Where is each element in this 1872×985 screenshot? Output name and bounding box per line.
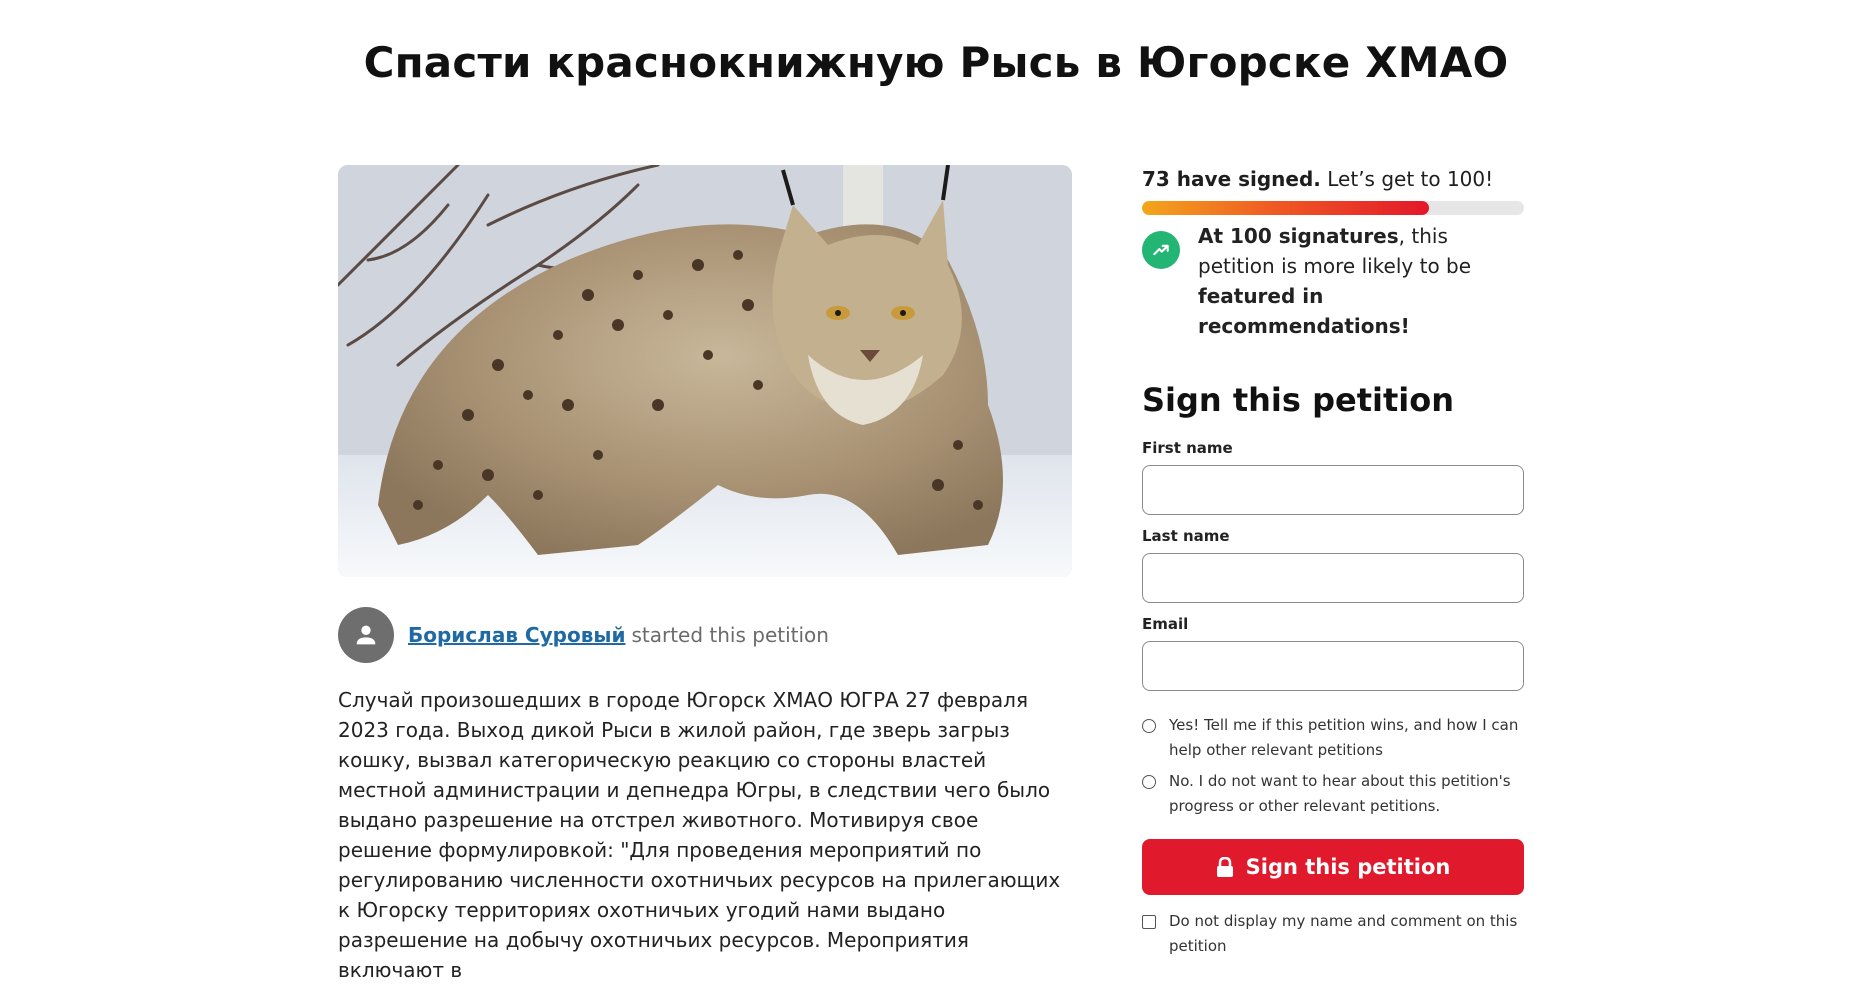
opt-in-yes-option[interactable]: Yes! Tell me if this petition wins, and … [1142,713,1524,763]
lynx-photo [338,165,1072,577]
hide-name-label: Do not display my name and comment on th… [1169,912,1518,955]
user-icon [356,625,376,645]
opt-in-no-option[interactable]: No. I do not want to hear about this pet… [1142,769,1524,819]
last-name-label: Last name [1142,527,1230,545]
sign-petition-button[interactable]: Sign this petition [1142,839,1524,895]
petition-content: Борислав Суровый started this petition С… [338,165,1072,985]
first-name-label: First name [1142,439,1233,457]
signature-progress-bar [1142,201,1524,215]
opt-in-no-label: No. I do not want to hear about this pet… [1169,772,1511,815]
hide-name-checkbox[interactable] [1142,915,1156,929]
petition-starter: Борислав Суровый started this petition [338,607,1072,663]
opt-in-yes-radio[interactable] [1142,719,1156,733]
petition-description: Случай произошедших в городе Югорск ХМАО… [338,688,1061,982]
milestone-text: At 100 signatures, this petition is more… [1198,224,1472,338]
hide-name-option[interactable]: Do not display my name and comment on th… [1142,909,1524,959]
email-input[interactable] [1142,641,1524,691]
sign-petition-button-label: Sign this petition [1245,855,1451,879]
avatar [338,607,394,663]
page-title: Спасти краснокнижную Рысь в Югорске ХМАО [363,38,1509,87]
signed-count-text: 73 have signed. [1142,167,1321,191]
starter-name-link[interactable]: Борислав Суровый [408,623,625,647]
email-label: Email [1142,615,1189,633]
sign-heading: Sign this petition [1142,381,1454,419]
starter-suffix: started this petition [631,623,829,647]
lock-icon [1216,857,1234,877]
signature-goal-text: Let’s get to 100! [1327,167,1494,191]
trending-up-icon [1142,231,1180,269]
milestone-notice: At 100 signatures, this petition is more… [1142,221,1524,341]
opt-in-yes-label: Yes! Tell me if this petition wins, and … [1169,716,1519,759]
opt-in-no-radio[interactable] [1142,775,1156,789]
signature-progress-fill [1142,201,1429,215]
sign-panel: 73 have signed. Let’s get to 100! At 100… [1142,165,1524,959]
first-name-input[interactable] [1142,465,1524,515]
last-name-input[interactable] [1142,553,1524,603]
lynx-illustration [338,165,1072,577]
signature-count: 73 have signed. Let’s get to 100! [1142,165,1524,193]
